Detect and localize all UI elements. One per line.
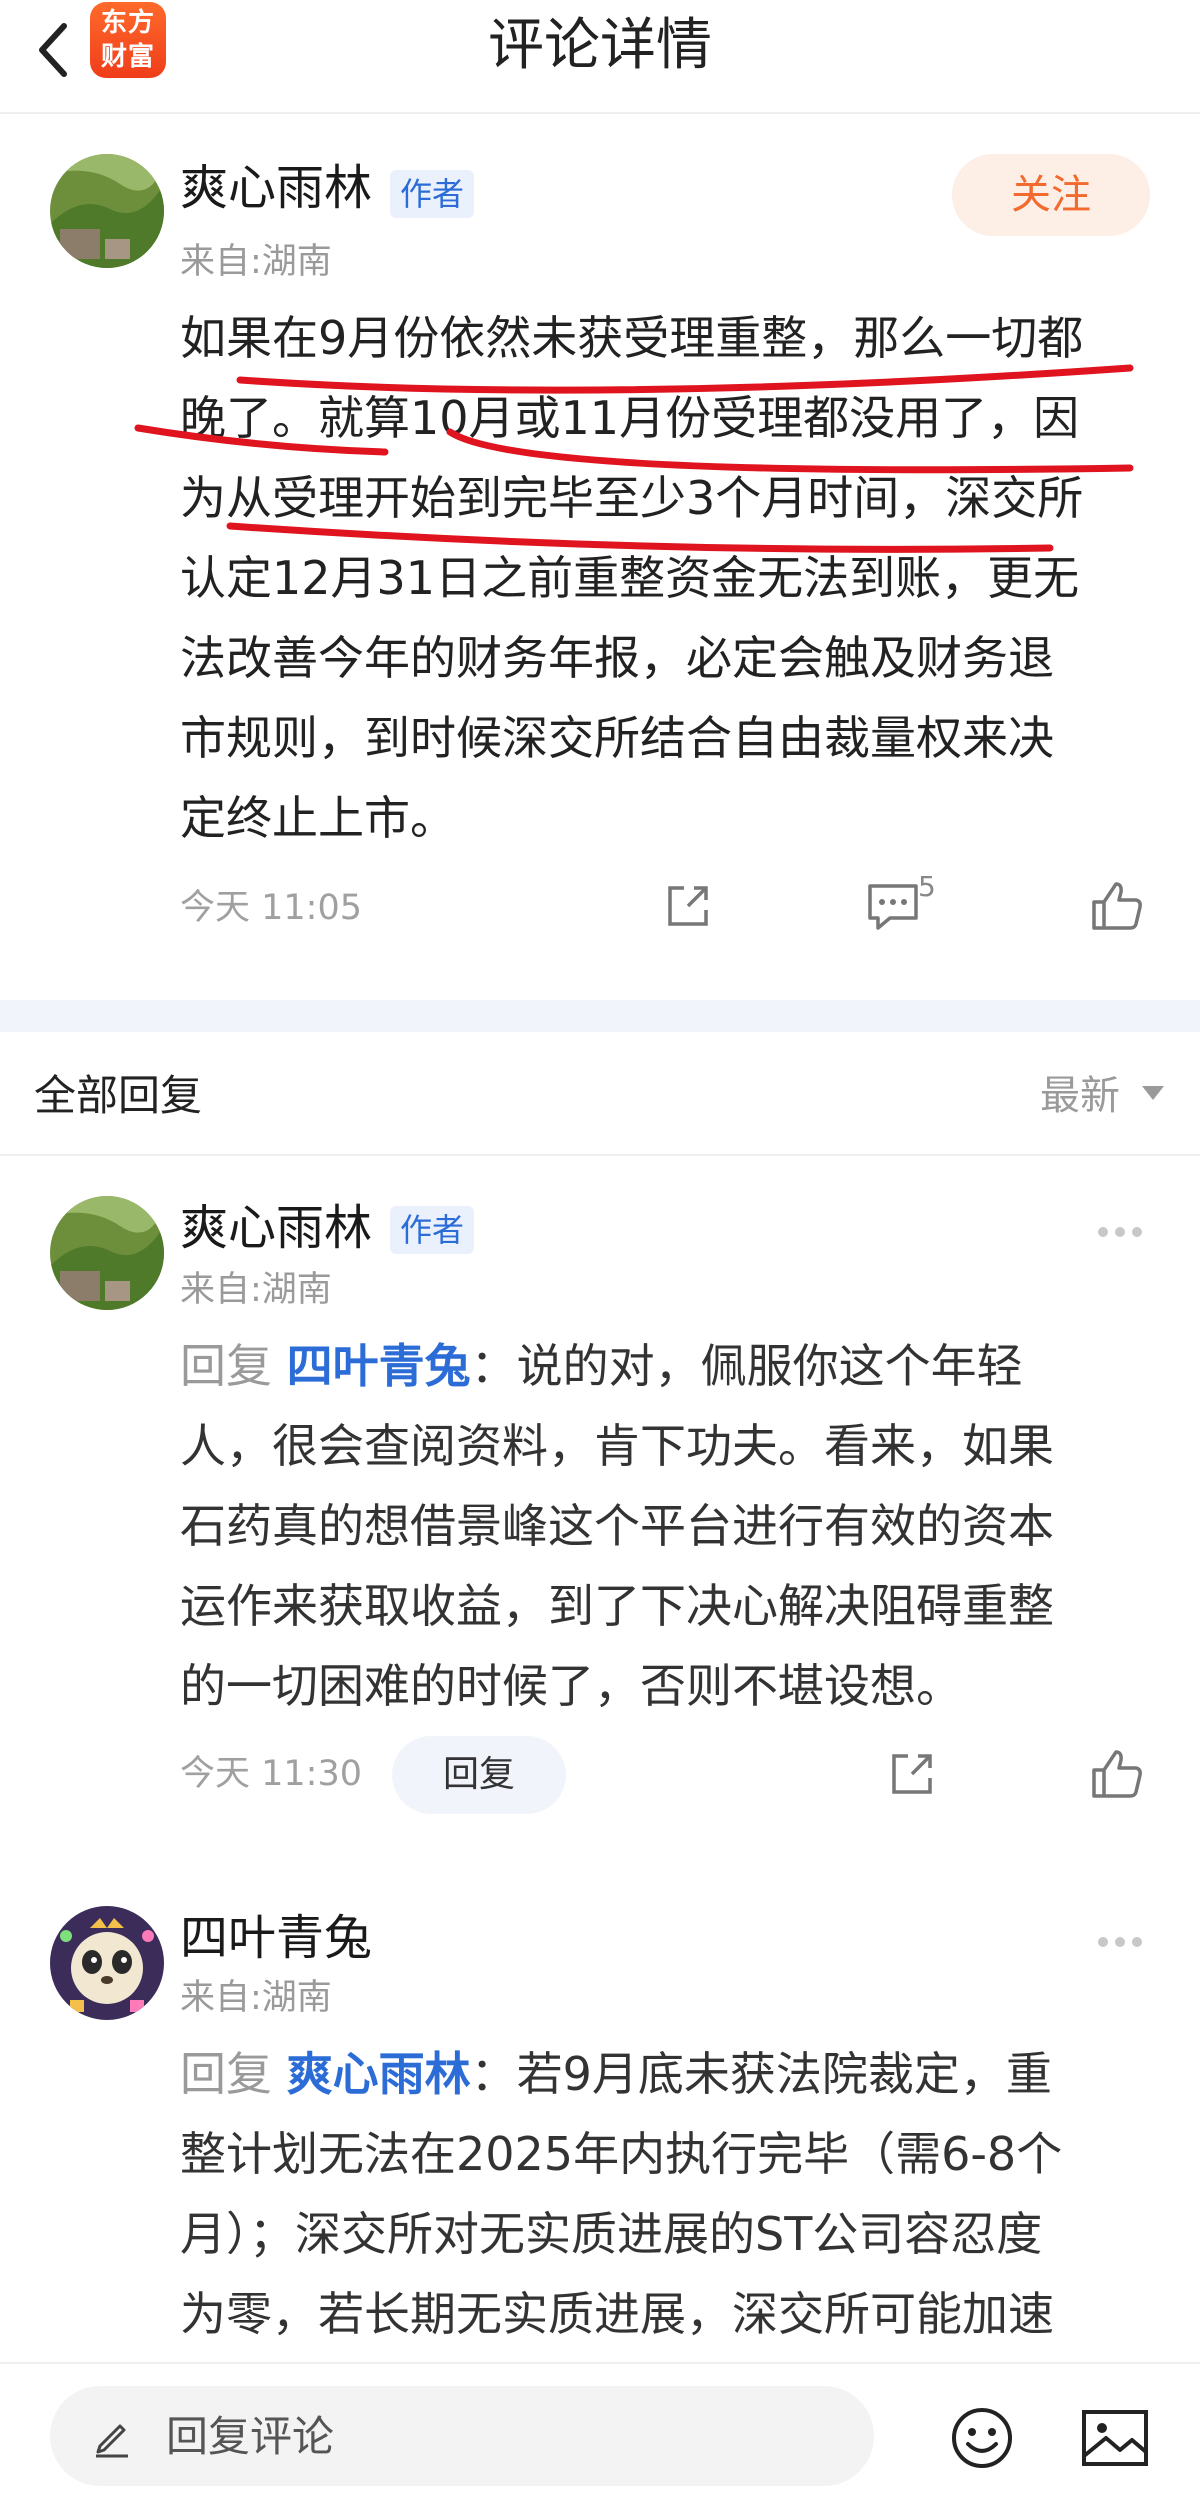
reply-button[interactable]: 回复: [392, 1736, 566, 1814]
like-icon[interactable]: [1090, 880, 1144, 932]
reply-prefix: 回复: [180, 1339, 272, 1393]
section-divider: [0, 1000, 1200, 1032]
author-badge: 作者: [390, 1206, 475, 1254]
like-icon[interactable]: [1090, 1748, 1144, 1800]
reply-line: 为零，若长期无实质进展，深交所可能加速: [180, 2287, 1054, 2341]
sort-arrow-icon[interactable]: [1142, 1086, 1164, 1100]
reply-colon: ：: [470, 1339, 517, 1393]
share-icon[interactable]: [662, 880, 714, 932]
share-icon[interactable]: [886, 1748, 938, 1800]
reply-time: 今天 11:30: [180, 1754, 362, 1794]
user-location: 来自:湖南: [180, 1978, 332, 2018]
reply-input[interactable]: 回复评论: [50, 2386, 874, 2486]
reply-line: 石药真的想借景峰这个平台进行有效的资本: [180, 1499, 1054, 1553]
comment-line: 市规则，到时候深交所结合自由裁量权来决: [180, 711, 1054, 765]
reply-target-link[interactable]: 四叶青兔: [287, 1339, 471, 1393]
avatar[interactable]: [50, 1196, 164, 1310]
reply-prefix: 回复: [180, 2047, 272, 2101]
red-underline-annotations: [134, 364, 1134, 553]
reply-line-text: 说的对，佩服你这个年轻: [516, 1339, 1023, 1393]
bottom-input-bar: 回复评论: [0, 2362, 1200, 2511]
reply-line: 的一切困难的时候了，否则不堪设想。: [180, 1659, 962, 1713]
comment-time: 今天 11:05: [180, 888, 362, 928]
reply-input-placeholder: 回复评论: [166, 2412, 335, 2461]
reply-body: 回复 爽心雨林：若9月底未获法院裁定，重 整计划无法在2025年内执行完毕（需6…: [180, 2034, 1140, 2354]
reply-line-text: 若9月底未获法院裁定，重: [516, 2047, 1052, 2101]
pencil-icon: [96, 2424, 128, 2458]
more-dots-icon[interactable]: [1098, 1222, 1154, 1238]
all-replies-title: 全部回复: [34, 1071, 203, 1120]
reply-colon: ：: [470, 2047, 517, 2101]
avatar[interactable]: [50, 1906, 164, 2020]
reply-line: 月）；深交所对无实质进展的ST公司容忍度: [180, 2207, 1043, 2261]
divider: [0, 1154, 1200, 1156]
reply-target-link[interactable]: 爽心雨林: [287, 2047, 471, 2101]
comment-icon[interactable]: [866, 882, 920, 930]
reply-line: 回复 四叶青兔：说的对，佩服你这个年轻: [180, 1326, 1140, 1406]
comment-line: 法改善今年的财务年报，必定会触及财务退: [180, 631, 1054, 685]
reply-line: 人，很会查阅资料，肯下功夫。看来，如果: [180, 1419, 1054, 1473]
comment-count: 5: [918, 870, 936, 903]
user-name[interactable]: 四叶青兔: [180, 1910, 372, 1966]
reply-body: 回复 四叶青兔：说的对，佩服你这个年轻 人，很会查阅资料，肯下功夫。看来，如果 …: [180, 1326, 1140, 1726]
reply-line: 回复 爽心雨林：若9月底未获法院裁定，重: [180, 2034, 1140, 2114]
emoji-icon[interactable]: [950, 2406, 1014, 2470]
sort-dropdown[interactable]: 最新: [1040, 1068, 1120, 1124]
comment-line: 定终止上市。: [180, 791, 456, 845]
reply-line: 运作来获取收益，到了下决心解决阻碍重整: [180, 1579, 1054, 1633]
user-location: 来自:湖南: [180, 1270, 332, 1310]
more-dots-icon[interactable]: [1098, 1932, 1154, 1948]
user-name[interactable]: 爽心雨林: [180, 1200, 372, 1256]
reply-line: 整计划无法在2025年内执行完毕（需6-8个: [180, 2127, 1063, 2181]
image-icon[interactable]: [1080, 2408, 1150, 2468]
